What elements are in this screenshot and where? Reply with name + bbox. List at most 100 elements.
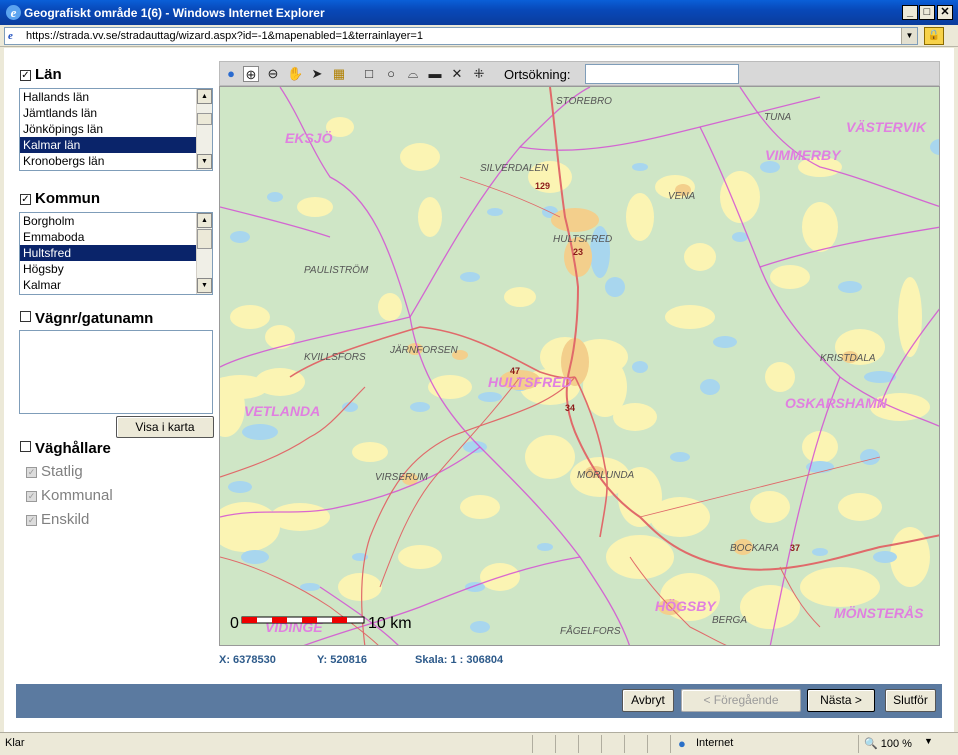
lan-section: ✓ Län: [20, 66, 62, 83]
lan-item-selected[interactable]: Kalmar län: [20, 137, 196, 153]
place-label: SILVERDALEN: [480, 163, 549, 174]
scroll-down-icon[interactable]: ▼: [197, 154, 212, 169]
wizard-footer: [16, 684, 942, 718]
lan-listbox[interactable]: Hallands län Jämtlands län Jönköpings lä…: [19, 88, 213, 171]
kommun-checkbox[interactable]: ✓: [20, 194, 31, 205]
road-number: 37: [790, 543, 800, 553]
scroll-thumb[interactable]: [197, 229, 212, 249]
road-number: 47: [510, 366, 520, 376]
zoom-in-icon[interactable]: ⊕: [243, 66, 259, 82]
coord-x: X: 6378530: [219, 654, 276, 666]
kommun-item[interactable]: Emmaboda: [20, 229, 196, 245]
place-label: VENA: [668, 191, 696, 202]
select-arrow-icon[interactable]: ➤: [309, 66, 325, 82]
road-number: 23: [573, 247, 583, 257]
enskild-label: Enskild: [41, 511, 90, 528]
map-view[interactable]: STOREBRO TUNA VÄSTERVIK EKSJÖ VIMMERBY SILVER…: [219, 86, 940, 646]
address-url: https://strada.vv.se/stradauttag/wizard.…: [26, 30, 423, 42]
kommun-listbox[interactable]: Borgholm Emmaboda Hultsfred Högsby Kalma…: [19, 212, 213, 295]
lan-scrollbar[interactable]: ▲ ▼: [196, 89, 212, 170]
polygon-select-icon[interactable]: ⌓: [405, 66, 421, 82]
place-label: STOREBRO: [556, 96, 612, 107]
scale-zero: 0: [230, 615, 239, 632]
scroll-down-icon[interactable]: ▼: [197, 278, 212, 293]
kommun-label: Kommun: [35, 190, 100, 207]
map-canvas[interactable]: STOREBRO TUNA VÄSTERVIK EKSJÖ VIMMERBY SILVER…: [220, 87, 940, 646]
avbryt-button[interactable]: Avbryt: [622, 689, 674, 712]
kommun-section: ✓ Kommun: [20, 190, 100, 207]
lan-item[interactable]: Jönköpings län: [20, 121, 196, 137]
place-label: KVILLSFORS: [304, 352, 366, 363]
kommun-item[interactable]: Kalmar: [20, 277, 196, 293]
window-title: Geografiskt område 1(6) - Windows Intern…: [24, 6, 325, 20]
statlig-option[interactable]: ✓ Statlig: [26, 463, 83, 480]
zoom-level[interactable]: 🔍 100 %: [864, 737, 912, 750]
status-text: Klar: [5, 737, 25, 749]
zone-text: Internet: [696, 737, 734, 749]
vaghallare-label: Väghållare: [35, 440, 111, 457]
address-field[interactable]: e https://strada.vv.se/stradauttag/wizar…: [4, 27, 918, 45]
lan-label: Län: [35, 66, 62, 83]
nasta-button[interactable]: Nästa >: [807, 689, 875, 712]
place-label: VIMMERBY: [765, 147, 842, 163]
zoom-out-icon[interactable]: ⊖: [265, 66, 281, 82]
minimize-button[interactable]: _: [902, 5, 918, 20]
vagnr-section: Vägnr/gatunamn: [20, 310, 153, 327]
kommun-item[interactable]: Högsby: [20, 261, 196, 277]
place-label: OSKARSHAMN: [785, 395, 888, 411]
clear-all-icon[interactable]: ⁜: [471, 66, 487, 82]
place-label: FÅGELFORS: [560, 624, 621, 637]
place-label: MÖNSTERÅS: [834, 605, 924, 621]
place-label: HULTSFRED: [488, 374, 572, 390]
vaghallare-checkbox[interactable]: [20, 441, 31, 452]
place-label: VETLANDA: [244, 403, 320, 419]
line-select-icon[interactable]: ▬: [427, 66, 443, 82]
rectangle-select-icon[interactable]: □: [361, 66, 377, 82]
place-label: JÄRNFORSEN: [389, 344, 459, 356]
kommun-scrollbar[interactable]: ▲ ▼: [196, 213, 212, 294]
kommun-item[interactable]: Borgholm: [20, 213, 196, 229]
maximize-button[interactable]: □: [919, 5, 935, 20]
address-dropdown-button[interactable]: ▼: [901, 28, 917, 44]
statlig-label: Statlig: [41, 463, 83, 480]
ortsokning-input[interactable]: [585, 64, 739, 84]
lan-item[interactable]: Kronobergs län: [20, 153, 196, 169]
kommun-item-selected[interactable]: Hultsfred: [20, 245, 196, 261]
statlig-checkbox[interactable]: ✓: [26, 467, 37, 478]
lan-checkbox[interactable]: ✓: [20, 70, 31, 81]
kommunal-label: Kommunal: [41, 487, 113, 504]
foregaende-button[interactable]: < Föregående: [681, 689, 801, 712]
lan-item[interactable]: Jämtlands län: [20, 105, 196, 121]
vaghallare-section: Väghållare: [20, 440, 111, 457]
place-label: HÖGSBY: [655, 598, 717, 614]
clear-icon[interactable]: ✕: [449, 66, 465, 82]
kommunal-checkbox[interactable]: ✓: [26, 491, 37, 502]
vagnr-textarea[interactable]: [19, 330, 213, 414]
window-titlebar: e Geografiskt område 1(6) - Windows Inte…: [0, 0, 958, 25]
internet-globe-icon: ●: [678, 736, 686, 751]
close-button[interactable]: ✕: [937, 5, 953, 20]
place-label: PAULISTRÖM: [304, 264, 369, 276]
scroll-up-icon[interactable]: ▲: [197, 89, 212, 104]
road-number: 34: [565, 403, 575, 413]
vagnr-checkbox[interactable]: [20, 311, 31, 322]
slutfor-button[interactable]: Slutför: [885, 689, 936, 712]
scroll-thumb[interactable]: [197, 113, 212, 125]
zoom-dropdown-icon[interactable]: ▼: [924, 736, 933, 746]
identify-icon[interactable]: ▦: [331, 66, 347, 82]
visa-i-karta-button[interactable]: Visa i karta: [116, 416, 214, 438]
ie-logo-icon: e: [6, 5, 21, 20]
globe-icon[interactable]: ●: [223, 66, 239, 82]
enskild-checkbox[interactable]: ✓: [26, 515, 37, 526]
circle-select-icon[interactable]: ○: [383, 66, 399, 82]
kommunal-option[interactable]: ✓ Kommunal: [26, 487, 113, 504]
scroll-up-icon[interactable]: ▲: [197, 213, 212, 228]
status-bar: Klar ● Internet 🔍 100 % ▼: [0, 732, 958, 755]
enskild-option[interactable]: ✓ Enskild: [26, 511, 89, 528]
place-label: HULTSFRED: [553, 234, 612, 245]
place-label: BOCKARA: [730, 543, 779, 554]
place-label: BERGA: [712, 615, 747, 626]
pan-hand-icon[interactable]: ✋: [287, 66, 303, 82]
lan-item[interactable]: Hallands län: [20, 89, 196, 105]
lock-icon[interactable]: 🔒: [924, 27, 944, 45]
